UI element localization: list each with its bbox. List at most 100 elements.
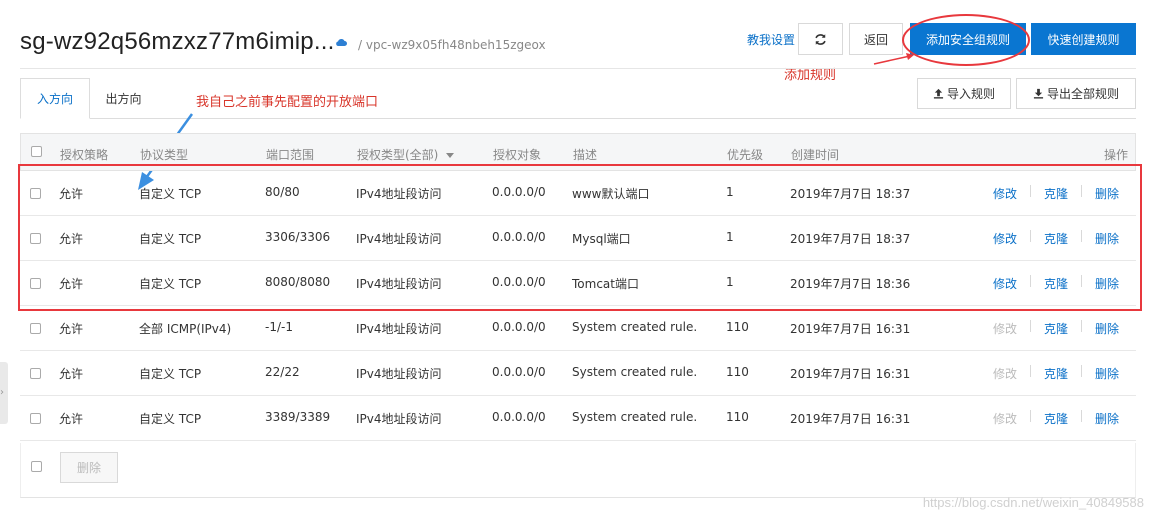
cell-created: 2019年7月7日 18:37 (790, 232, 911, 246)
upload-icon (933, 88, 944, 99)
chevron-right-icon: › (0, 387, 4, 398)
table-header: 授权策略 协议类型 端口范围 授权类型(全部) 授权对象 描述 优先级 创建时间… (20, 133, 1136, 171)
annotation-arrow-add (873, 53, 914, 65)
cell-protocol: 自定义 TCP (139, 187, 202, 201)
edit-link[interactable]: 修改 (993, 275, 1017, 292)
cell-port: -1/-1 (265, 320, 293, 334)
col-created: 创建时间 (791, 148, 840, 162)
cell-priority: 110 (726, 410, 749, 424)
import-rules-button[interactable]: 导入规则 (917, 78, 1011, 109)
cell-created: 2019年7月7日 18:36 (790, 277, 911, 291)
side-collapse-handle[interactable]: › (0, 362, 8, 424)
edit-link[interactable]: 修改 (993, 320, 1017, 337)
cell-object: 0.0.0.0/0 (492, 320, 546, 334)
row-checkbox[interactable] (30, 278, 41, 289)
delete-link[interactable]: 删除 (1095, 410, 1119, 427)
cell-priority: 1 (726, 230, 734, 244)
delete-link[interactable]: 删除 (1095, 275, 1119, 292)
cell-object: 0.0.0.0/0 (492, 410, 546, 424)
row-checkbox[interactable] (30, 233, 41, 244)
delete-link[interactable]: 删除 (1095, 365, 1119, 382)
clone-link[interactable]: 克隆 (1044, 230, 1068, 247)
caret-down-icon (446, 153, 455, 158)
clone-link[interactable]: 克隆 (1044, 365, 1068, 382)
cell-protocol: 自定义 TCP (139, 277, 202, 291)
action-separator (1030, 410, 1031, 422)
table-footer: 删除 (20, 443, 1136, 498)
cell-object: 0.0.0.0/0 (492, 365, 546, 379)
cell-protocol: 自定义 TCP (139, 412, 202, 426)
cell-created: 2019年7月7日 16:31 (790, 367, 911, 381)
refresh-button[interactable] (798, 23, 843, 55)
cell-policy: 允许 (59, 412, 84, 426)
action-separator (1081, 275, 1082, 287)
col-auth-type[interactable]: 授权类型(全部) (357, 146, 455, 163)
cell-policy: 允许 (59, 277, 84, 291)
quick-create-rule-button[interactable]: 快速创建规则 (1031, 23, 1136, 55)
cell-port: 22/22 (265, 365, 300, 379)
batch-delete-button[interactable]: 删除 (60, 452, 118, 483)
cloud-icon (336, 39, 347, 46)
cell-auth-type: IPv4地址段访问 (356, 412, 442, 426)
table-row: 允许 自定义 TCP 3389/3389 IPv4地址段访问 0.0.0.0/0 Syst… (20, 396, 1136, 441)
help-link[interactable]: 教我设置 (747, 31, 795, 48)
select-all-checkbox[interactable] (31, 146, 42, 157)
clone-link[interactable]: 克隆 (1044, 320, 1068, 337)
cell-created: 2019年7月7日 16:31 (790, 412, 911, 426)
action-separator (1081, 185, 1082, 197)
row-checkbox[interactable] (30, 368, 41, 379)
cell-object: 0.0.0.0/0 (492, 185, 546, 199)
cell-protocol: 自定义 TCP (139, 232, 202, 246)
add-security-group-rule-button[interactable]: 添加安全组规则 (910, 23, 1026, 55)
delete-link[interactable]: 删除 (1095, 185, 1119, 202)
col-object: 授权对象 (493, 148, 542, 162)
delete-link[interactable]: 删除 (1095, 320, 1119, 337)
import-rules-label: 导入规则 (946, 87, 995, 101)
vpc-id[interactable]: / vpc-wz9x05fh48nbeh15zgeox (358, 38, 546, 52)
col-port: 端口范围 (266, 148, 315, 162)
cell-policy: 允许 (59, 187, 84, 201)
table-row: 允许 自定义 TCP 3306/3306 IPv4地址段访问 0.0.0.0/0 Mysq… (20, 216, 1136, 261)
row-checkbox[interactable] (30, 413, 41, 424)
clone-link[interactable]: 克隆 (1044, 185, 1068, 202)
edit-link[interactable]: 修改 (993, 365, 1017, 382)
action-separator (1030, 320, 1031, 332)
cell-policy: 允许 (59, 322, 84, 336)
cell-auth-type: IPv4地址段访问 (356, 367, 442, 381)
cell-auth-type: IPv4地址段访问 (356, 232, 442, 246)
table-row: 允许 自定义 TCP 80/80 IPv4地址段访问 0.0.0.0/0 www默认端口 1… (20, 171, 1136, 216)
cell-auth-type: IPv4地址段访问 (356, 187, 442, 201)
row-checkbox[interactable] (30, 188, 41, 199)
cell-port: 3306/3306 (265, 230, 331, 244)
action-separator (1081, 365, 1082, 377)
cell-priority: 1 (726, 275, 734, 289)
delete-link[interactable]: 删除 (1095, 230, 1119, 247)
action-separator (1030, 275, 1031, 287)
cell-description: System created rule. (572, 365, 698, 379)
col-auth-type-label: 授权类型(全部) (357, 148, 439, 162)
footer-select-all-checkbox[interactable] (31, 461, 42, 472)
cell-port: 3389/3389 (265, 410, 331, 424)
clone-link[interactable]: 克隆 (1044, 275, 1068, 292)
action-separator (1030, 230, 1031, 242)
annotation-add-rule: 添加规则 (784, 68, 837, 83)
cell-priority: 110 (726, 365, 749, 379)
edit-link[interactable]: 修改 (993, 185, 1017, 202)
cell-port: 8080/8080 (265, 275, 331, 289)
cell-description: System created rule. (572, 410, 698, 424)
action-separator (1030, 185, 1031, 197)
action-separator (1030, 365, 1031, 377)
export-all-rules-button[interactable]: 导出全部规则 (1016, 78, 1136, 109)
col-actions: 操作 (1104, 148, 1129, 162)
tab-inbound[interactable]: 入方向 (20, 78, 90, 119)
export-all-rules-label: 导出全部规则 (1046, 87, 1119, 101)
edit-link[interactable]: 修改 (993, 230, 1017, 247)
row-checkbox[interactable] (30, 323, 41, 334)
page-title: sg-wz92q56mzxz77m6imip... (20, 28, 335, 55)
cell-port: 80/80 (265, 185, 300, 199)
edit-link[interactable]: 修改 (993, 410, 1017, 427)
cell-policy: 允许 (59, 232, 84, 246)
table-row: 允许 全部 ICMP(IPv4) -1/-1 IPv4地址段访问 0.0.0.0/0 Sy… (20, 306, 1136, 351)
clone-link[interactable]: 克隆 (1044, 410, 1068, 427)
cell-priority: 110 (726, 320, 749, 334)
